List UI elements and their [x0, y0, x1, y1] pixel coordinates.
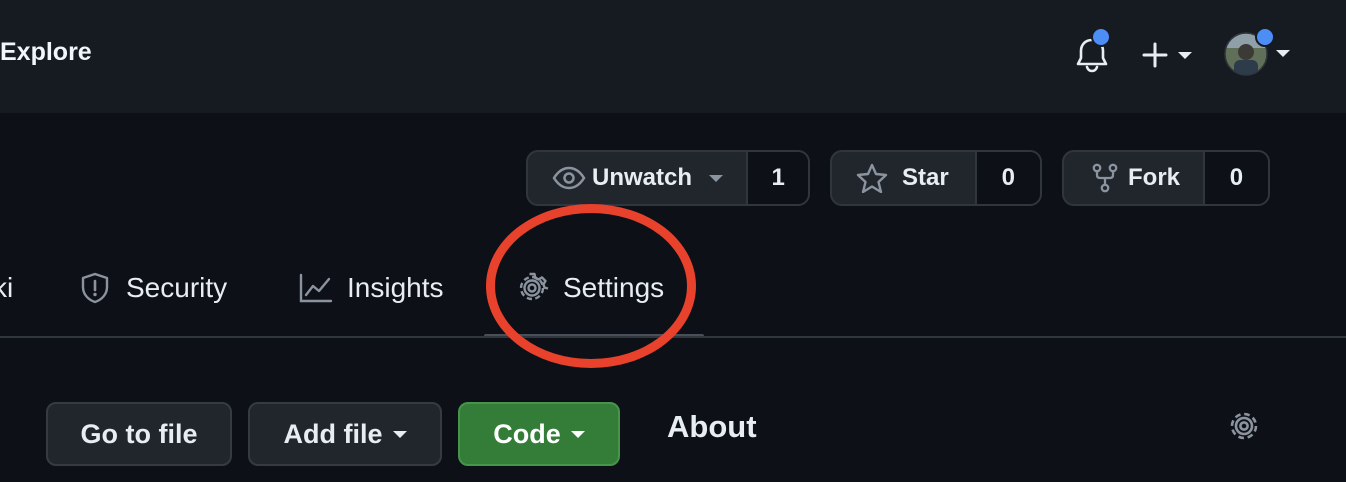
forks-count[interactable]: 0: [1202, 152, 1268, 204]
go-to-file-label: Go to file: [80, 418, 198, 449]
tab-security-label: Security: [126, 272, 228, 303]
chevron-down-icon: [392, 430, 407, 438]
go-to-file-button[interactable]: Go to file: [46, 402, 232, 466]
chevron-down-icon: [1178, 52, 1192, 59]
forks-count-value: 0: [1229, 164, 1244, 191]
stargazers-count-value: 0: [1001, 164, 1016, 191]
tab-wiki-label: ki: [0, 272, 14, 303]
chevron-down-icon: [709, 174, 724, 182]
tab-insights[interactable]: Insights: [299, 268, 444, 308]
eye-icon: [552, 166, 586, 190]
unwatch-button-group: Unwatch 1: [526, 150, 810, 206]
star-button-group: Star 0: [830, 150, 1042, 206]
stargazers-count[interactable]: 0: [974, 152, 1040, 204]
chevron-down-icon: [1276, 50, 1290, 57]
star-button[interactable]: Star: [832, 152, 975, 204]
add-file-button[interactable]: Add file: [248, 402, 442, 466]
star-label: Star: [902, 164, 949, 191]
global-header: Explore: [0, 0, 1346, 113]
status-indicator: [1255, 27, 1275, 47]
about-heading: About: [667, 409, 757, 444]
chevron-down-icon: [570, 430, 585, 438]
graph-icon: [299, 273, 333, 303]
tab-security[interactable]: Security: [80, 268, 227, 308]
unwatch-button[interactable]: Unwatch: [528, 152, 746, 204]
fork-button-group: Fork 0: [1062, 150, 1270, 206]
tab-wiki[interactable]: ki: [0, 268, 13, 308]
plus-icon: [1142, 42, 1168, 68]
fork-button[interactable]: Fork: [1064, 152, 1203, 204]
gear-icon: [1230, 412, 1258, 440]
fork-label: Fork: [1128, 164, 1181, 191]
watchers-count-value: 1: [771, 164, 785, 191]
notification-indicator: [1091, 27, 1111, 47]
code-button[interactable]: Code: [458, 402, 620, 466]
shield-icon: [81, 272, 109, 304]
create-new-button[interactable]: [1140, 38, 1196, 72]
tab-insights-label: Insights: [347, 272, 444, 303]
unwatch-label: Unwatch: [592, 164, 693, 191]
nav-explore[interactable]: Explore: [0, 38, 92, 67]
star-icon: [856, 163, 888, 193]
code-label: Code: [493, 418, 561, 449]
watchers-count[interactable]: 1: [746, 152, 808, 204]
settings-annotation-ellipse: [486, 204, 696, 368]
edit-about-button[interactable]: [1226, 408, 1262, 444]
add-file-label: Add file: [283, 418, 383, 449]
repo-forked-icon: [1092, 163, 1118, 193]
